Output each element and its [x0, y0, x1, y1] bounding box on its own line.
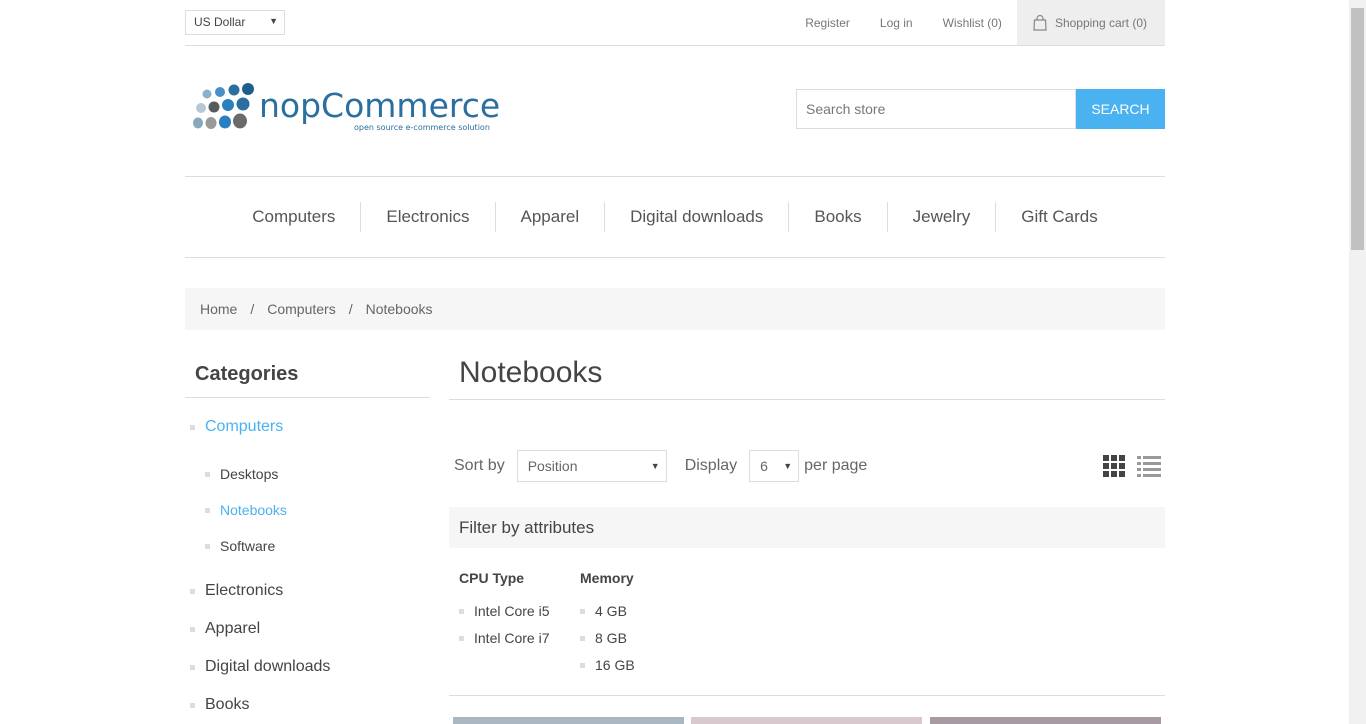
page-container: US Dollar ▼ Register Log in Wishlist (0)… — [185, 0, 1165, 724]
breadcrumb-separator: / — [250, 301, 255, 317]
breadcrumb: Home / Computers / Notebooks — [185, 288, 1165, 330]
display-label: Display — [684, 457, 738, 474]
category-apparel[interactable]: Apparel — [185, 610, 430, 648]
sort-select[interactable]: Position ▼ — [516, 450, 667, 482]
sidebar-categories: Categories Computers Desktops Notebooks … — [185, 350, 430, 724]
currency-selector[interactable]: US Dollar ▼ — [185, 10, 285, 35]
filter-title: Filter by attributes — [449, 507, 1165, 548]
sort-value: Position — [527, 458, 578, 474]
page-size-select[interactable]: 6 ▼ — [749, 450, 800, 482]
product-selectors: Sort by Position ▼ Display 6 ▼ per page — [449, 450, 1165, 482]
header-links: Register Log in Wishlist (0) Shopping ca… — [790, 0, 1165, 45]
logo-dots-icon — [193, 83, 254, 129]
filter-option[interactable]: 8 GB — [570, 624, 635, 651]
logo-text: nopCommerce — [259, 86, 499, 125]
filter-group-title: Memory — [580, 570, 634, 586]
shopping-bag-icon — [1033, 14, 1047, 31]
shopping-cart-label: Shopping cart (0) — [1054, 15, 1147, 30]
page-scrollbar[interactable] — [1349, 0, 1366, 724]
menu-item-gift-cards[interactable]: Gift Cards — [995, 202, 1123, 232]
menu-item-jewelry[interactable]: Jewelry — [886, 202, 996, 232]
breadcrumb-home[interactable]: Home — [200, 301, 237, 317]
menu-item-books[interactable]: Books — [788, 202, 886, 232]
dropdown-arrow-icon: ▼ — [650, 461, 660, 471]
filter-group-title: CPU Type — [459, 570, 525, 586]
sidebar-title: Categories — [185, 350, 430, 398]
store-logo[interactable]: nopCommerce open source e-commerce solut… — [189, 81, 500, 137]
menu-item-digital-downloads[interactable]: Digital downloads — [604, 202, 788, 232]
header-lower: nopCommerce open source e-commerce solut… — [185, 46, 1165, 176]
breadcrumb-computers[interactable]: Computers — [267, 301, 335, 317]
product-image[interactable] — [453, 717, 684, 724]
grid-view-icon[interactable] — [1103, 455, 1125, 477]
logo-tagline: open source e-commerce solution — [354, 123, 490, 132]
filter-cpu-type: CPU Type Intel Core i5 Intel Core i7 — [449, 570, 549, 651]
login-link[interactable]: Log in — [880, 16, 913, 30]
subcategory-notebooks[interactable]: Notebooks — [185, 492, 430, 528]
subcategory-desktops[interactable]: Desktops — [185, 456, 430, 492]
attribute-filters: CPU Type Intel Core i5 Intel Core i7 Mem… — [449, 548, 1165, 696]
shopping-cart-link[interactable]: Shopping cart (0) — [1016, 0, 1165, 45]
page-title: Notebooks — [449, 350, 1165, 400]
page-size-value: 6 — [760, 458, 768, 474]
product-grid — [453, 717, 1165, 724]
breadcrumb-current: Notebooks — [365, 301, 433, 317]
wishlist-link[interactable]: Wishlist (0) — [943, 16, 1002, 30]
filter-option[interactable]: Intel Core i5 — [449, 597, 549, 624]
header-upper: US Dollar ▼ Register Log in Wishlist (0)… — [185, 0, 1165, 46]
top-menu: Computers Electronics Apparel Digital do… — [185, 176, 1165, 258]
scrollbar-thumb[interactable] — [1351, 8, 1364, 250]
dropdown-arrow-icon: ▼ — [269, 16, 278, 26]
category-electronics[interactable]: Electronics — [185, 572, 430, 610]
sort-label: Sort by — [454, 457, 505, 474]
filter-option[interactable]: 16 GB — [570, 651, 635, 678]
menu-item-computers[interactable]: Computers — [227, 202, 360, 232]
filter-option[interactable]: Intel Core i7 — [449, 624, 549, 651]
category-digital-downloads[interactable]: Digital downloads — [185, 648, 430, 686]
per-page-label: per page — [804, 457, 868, 474]
dropdown-arrow-icon: ▼ — [783, 461, 793, 471]
filter-option[interactable]: 4 GB — [570, 597, 635, 624]
category-computers[interactable]: Computers — [185, 408, 430, 446]
currency-value: US Dollar — [194, 15, 246, 29]
subcategory-software[interactable]: Software — [185, 528, 430, 564]
product-image[interactable] — [691, 717, 922, 724]
breadcrumb-separator: / — [348, 301, 353, 317]
search-button[interactable]: SEARCH — [1076, 89, 1165, 129]
category-books[interactable]: Books — [185, 686, 430, 724]
menu-item-electronics[interactable]: Electronics — [360, 202, 494, 232]
filter-memory: Memory 4 GB 8 GB 16 GB — [570, 570, 635, 678]
search-input[interactable]: Search store — [796, 89, 1076, 129]
register-link[interactable]: Register — [805, 16, 850, 30]
list-view-icon[interactable] — [1137, 455, 1161, 477]
menu-item-apparel[interactable]: Apparel — [494, 202, 605, 232]
search-box: Search store SEARCH — [796, 89, 1165, 129]
product-image[interactable] — [930, 717, 1161, 724]
main-content: Notebooks Sort by Position ▼ Display 6 ▼… — [449, 350, 1165, 724]
